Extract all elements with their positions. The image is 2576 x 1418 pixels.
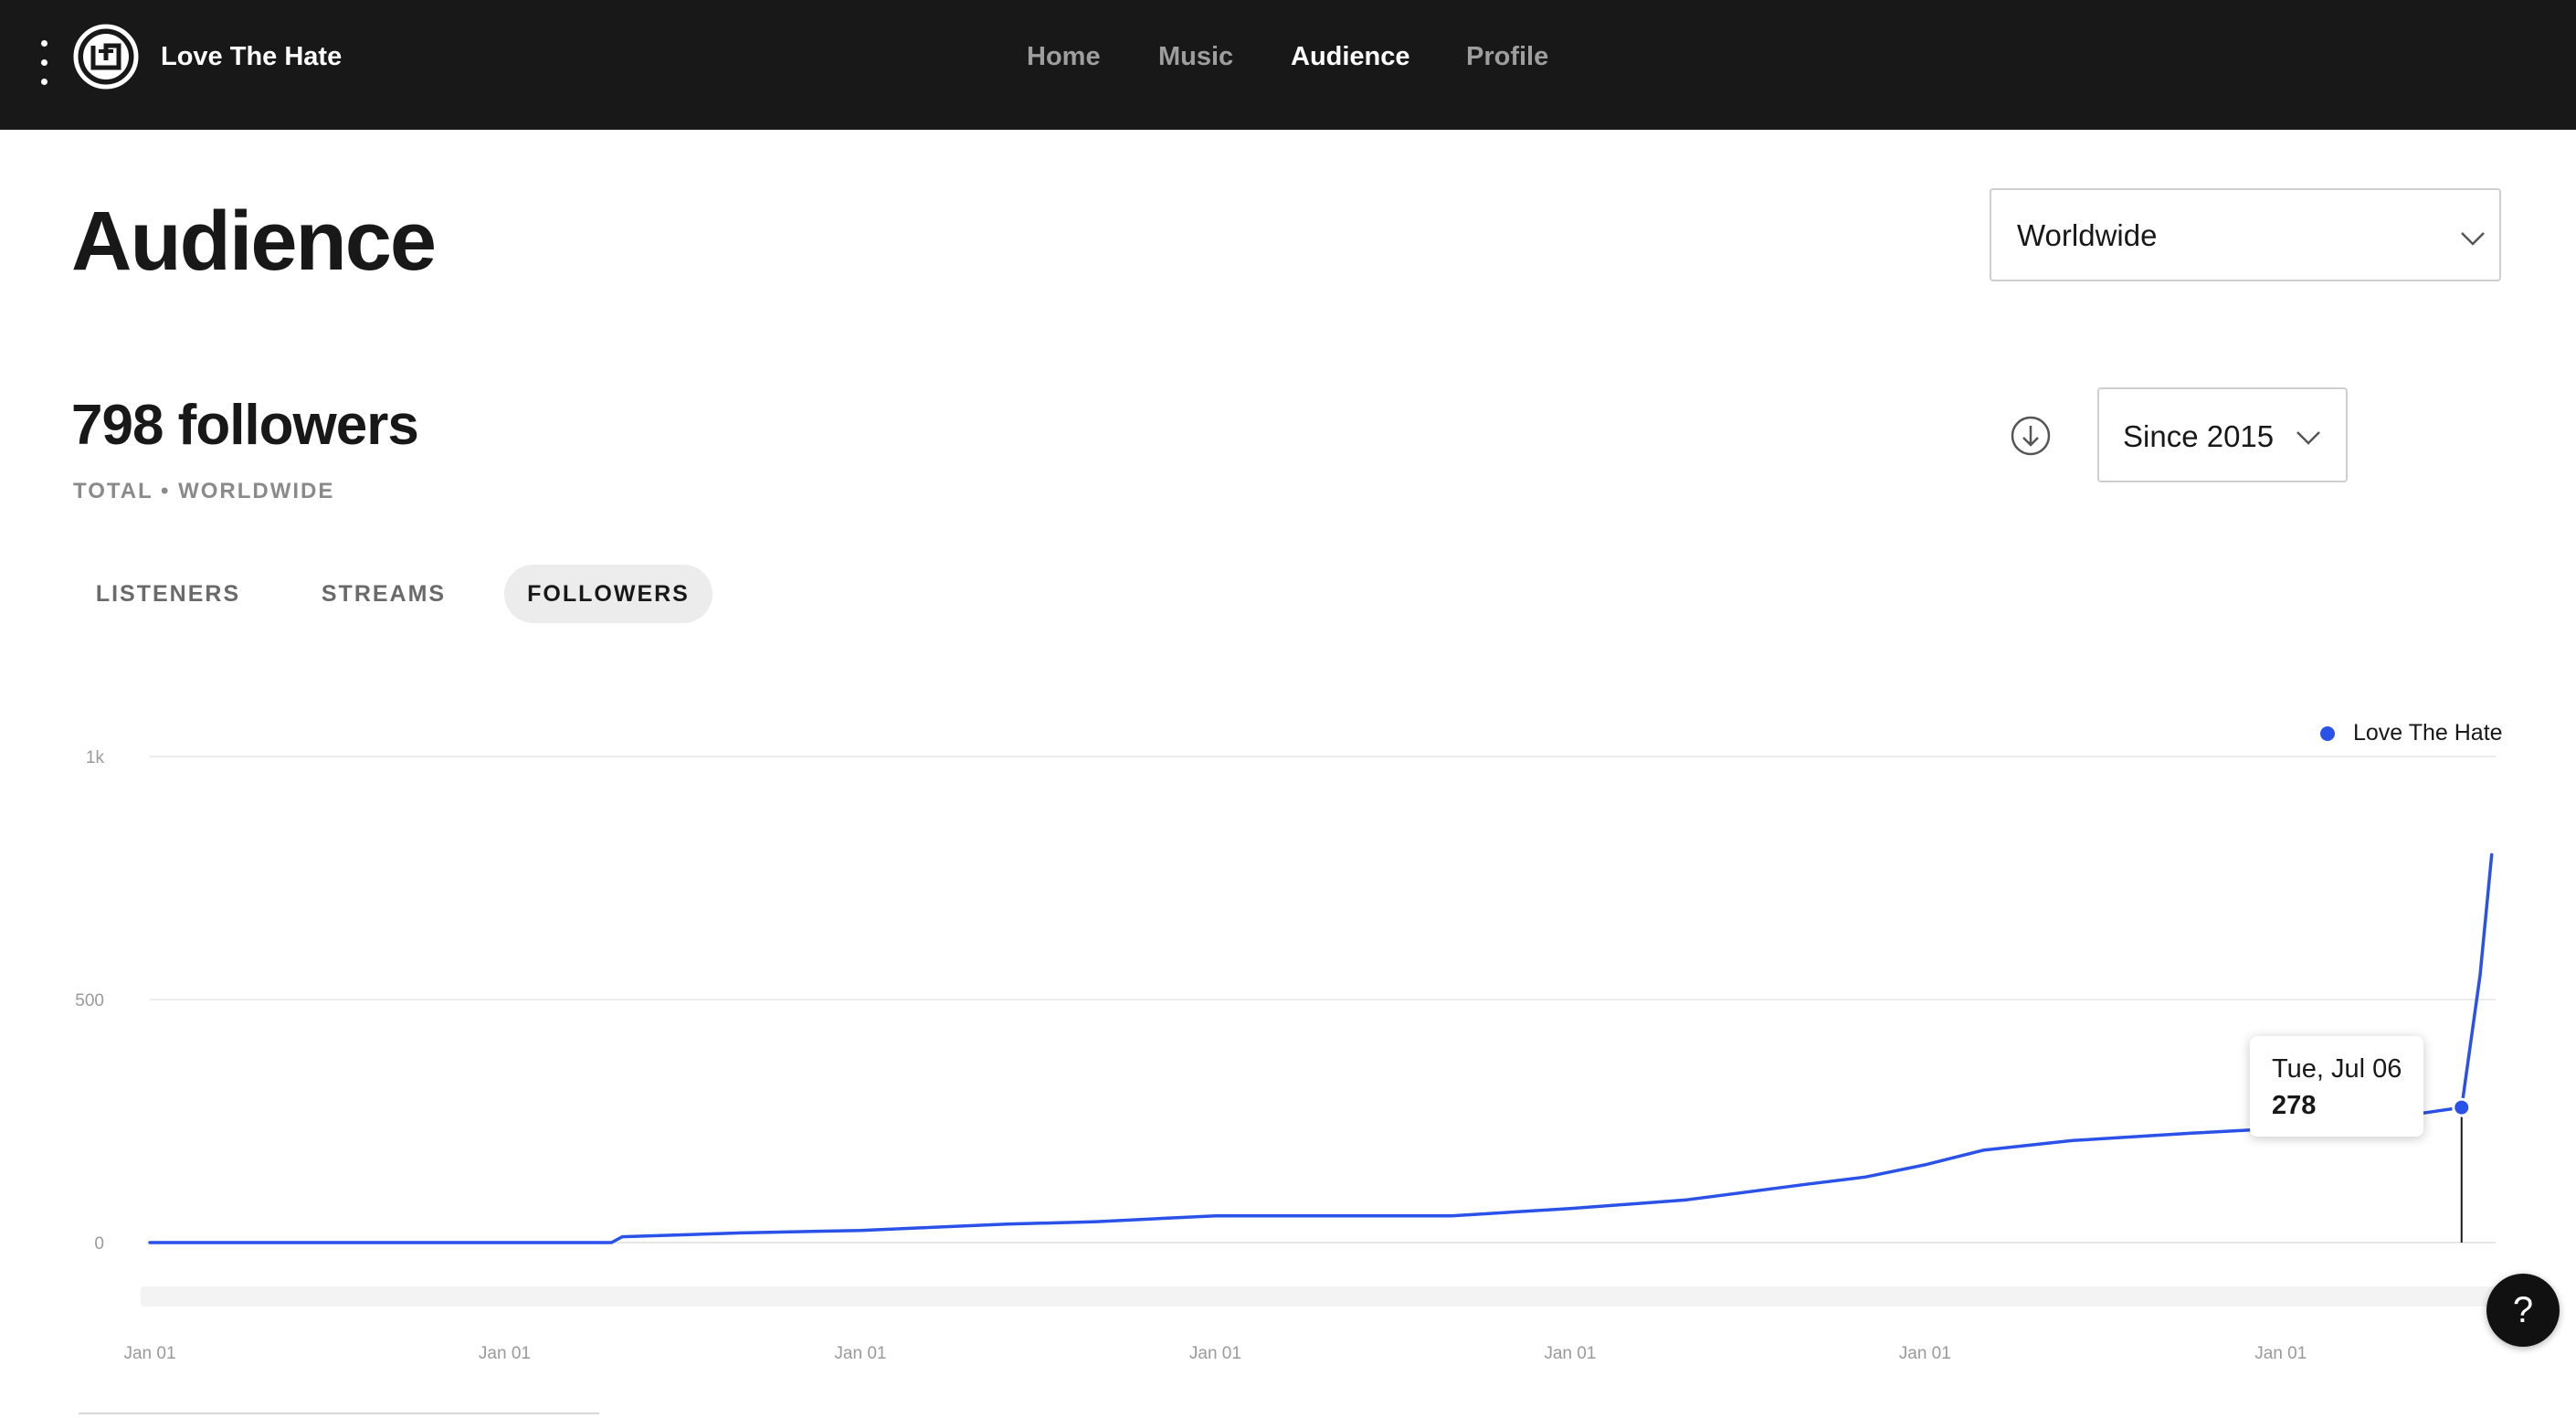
x-tick-label: Jan 01 — [1544, 1344, 1596, 1363]
series-line — [148, 852, 2494, 1244]
nav-home[interactable]: Home — [1027, 38, 1101, 75]
tab-streams[interactable]: STREAMS — [294, 565, 473, 623]
x-tick-label: Jan 01 — [1899, 1344, 1951, 1363]
x-tick-label: Jan 01 — [2254, 1344, 2307, 1363]
tooltip-value: 278 — [2272, 1091, 2317, 1120]
main-nav: Home Music Audience Profile — [0, 38, 2576, 75]
x-tick-label: Jan 01 — [479, 1344, 531, 1363]
followers-subtitle: TOTAL • WORLDWIDE — [73, 479, 335, 503]
y-tick-label: 0 — [94, 1234, 104, 1254]
followers-line-chart[interactable]: 0 500 1k Jan 01 Jan 01 Jan 01 Jan 01 Jan 01 Jan… — [0, 722, 2576, 1380]
help-button[interactable]: ? — [2486, 1274, 2560, 1347]
nav-profile[interactable]: Profile — [1466, 38, 1548, 75]
hover-point-marker — [2452, 1097, 2472, 1117]
x-tick-label: Jan 01 — [834, 1344, 886, 1363]
date-range-select-value: Since 2015 — [2123, 419, 2275, 453]
chevron-down-icon — [2461, 232, 2485, 246]
nav-music[interactable]: Music — [1158, 38, 1233, 75]
y-tick-label: 500 — [75, 991, 104, 1011]
top-navigation-bar: Love The Hate Home Music Audience Profil… — [0, 0, 2576, 130]
followers-count: 798 followers — [71, 394, 419, 457]
download-icon[interactable] — [2010, 415, 2052, 457]
divider — [79, 1413, 599, 1414]
tab-listeners[interactable]: LISTENERS — [79, 565, 258, 623]
tooltip-date: Tue, Jul 06 — [2272, 1054, 2402, 1084]
tab-followers[interactable]: FOLLOWERS — [504, 565, 713, 623]
nav-audience[interactable]: Audience — [1291, 38, 1410, 75]
x-tick-label: Jan 01 — [123, 1344, 175, 1363]
x-tick-label: Jan 01 — [1189, 1344, 1241, 1363]
chart-tooltip: Tue, Jul 06 278 — [2250, 1036, 2423, 1137]
region-select-value: Worldwide — [2017, 218, 2158, 252]
date-range-select[interactable]: Since 2015 — [2097, 387, 2348, 482]
y-tick-label: 1k — [86, 748, 105, 767]
page-title: Audience — [71, 195, 437, 288]
chevron-down-icon — [2296, 431, 2320, 445]
chart-scrollbar-track[interactable] — [141, 1286, 2501, 1307]
region-select[interactable]: Worldwide — [1990, 188, 2501, 281]
